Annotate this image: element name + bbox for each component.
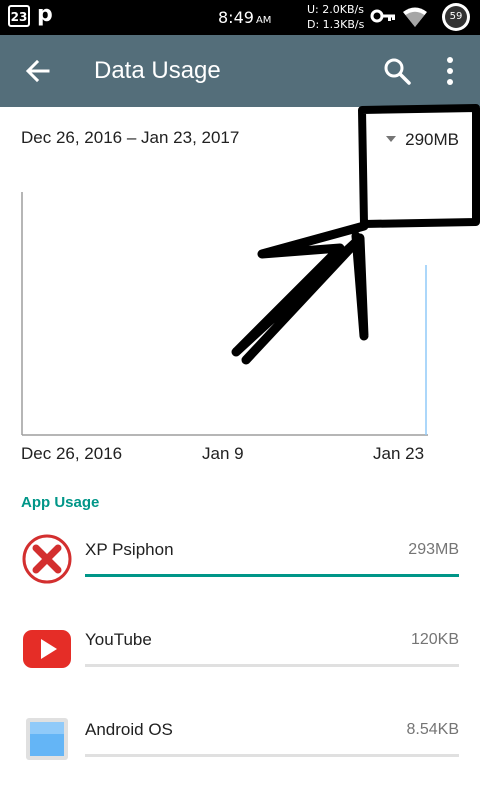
app-bar: Data Usage (0, 35, 480, 107)
app-row-youtube[interactable]: YouTube 120KB (0, 610, 480, 690)
chart-x-label-end: Jan 23 (373, 444, 425, 463)
cycle-date-range: Dec 26, 2016 – Jan 23, 2017 (21, 128, 240, 147)
page-title: Data Usage (94, 57, 221, 84)
cycle-total: 290MB (405, 130, 459, 149)
section-title: App Usage (21, 494, 100, 511)
battery-icon: 59 (442, 3, 470, 31)
usage-bar (85, 664, 459, 667)
cycle-total-dropdown[interactable]: 290MB (386, 130, 459, 150)
usage-chart (21, 192, 428, 436)
app-name: Android OS (85, 720, 173, 739)
upload-speed: U: 2.0KB/s (307, 3, 364, 16)
psiphon-icon (22, 534, 72, 584)
android-os-icon (26, 718, 68, 760)
search-icon[interactable] (383, 57, 411, 85)
clock-ampm: AM (255, 15, 272, 26)
network-speed: U: 2.0KB/s D: 1.3KB/s (307, 2, 364, 32)
app-size: 293MB (408, 541, 459, 558)
arrow-back-icon[interactable] (24, 57, 52, 85)
vpn-key-icon (370, 9, 395, 23)
app-name: YouTube (85, 630, 152, 649)
app-p-icon: p (37, 2, 53, 27)
calendar-icon: 23 (8, 5, 30, 27)
clock: 8:49 AM (218, 8, 271, 27)
usage-bar (85, 754, 459, 757)
wifi-icon (403, 7, 427, 27)
usage-bar-fill (85, 574, 459, 577)
dropdown-arrow-icon (386, 135, 397, 142)
app-size: 8.54KB (406, 721, 459, 738)
app-row-android-os[interactable]: Android OS 8.54KB (0, 700, 480, 780)
app-size: 120KB (410, 631, 459, 648)
download-speed: D: 1.3KB/s (307, 18, 365, 31)
battery-level: 59 (445, 6, 467, 28)
more-vert-icon[interactable] (444, 55, 456, 87)
chart-x-label-mid: Jan 9 (202, 444, 244, 463)
app-name: XP Psiphon (85, 540, 174, 559)
clock-time: 8:49 (218, 8, 254, 27)
app-row-psiphon[interactable]: XP Psiphon 293MB (0, 520, 480, 600)
usage-bar (85, 574, 459, 577)
status-bar: 23 p 8:49 AM U: 2.0KB/s D: 1.3KB/s 59 (0, 0, 480, 35)
chart-x-label-start: Dec 26, 2016 (21, 444, 123, 463)
youtube-icon (23, 630, 71, 668)
